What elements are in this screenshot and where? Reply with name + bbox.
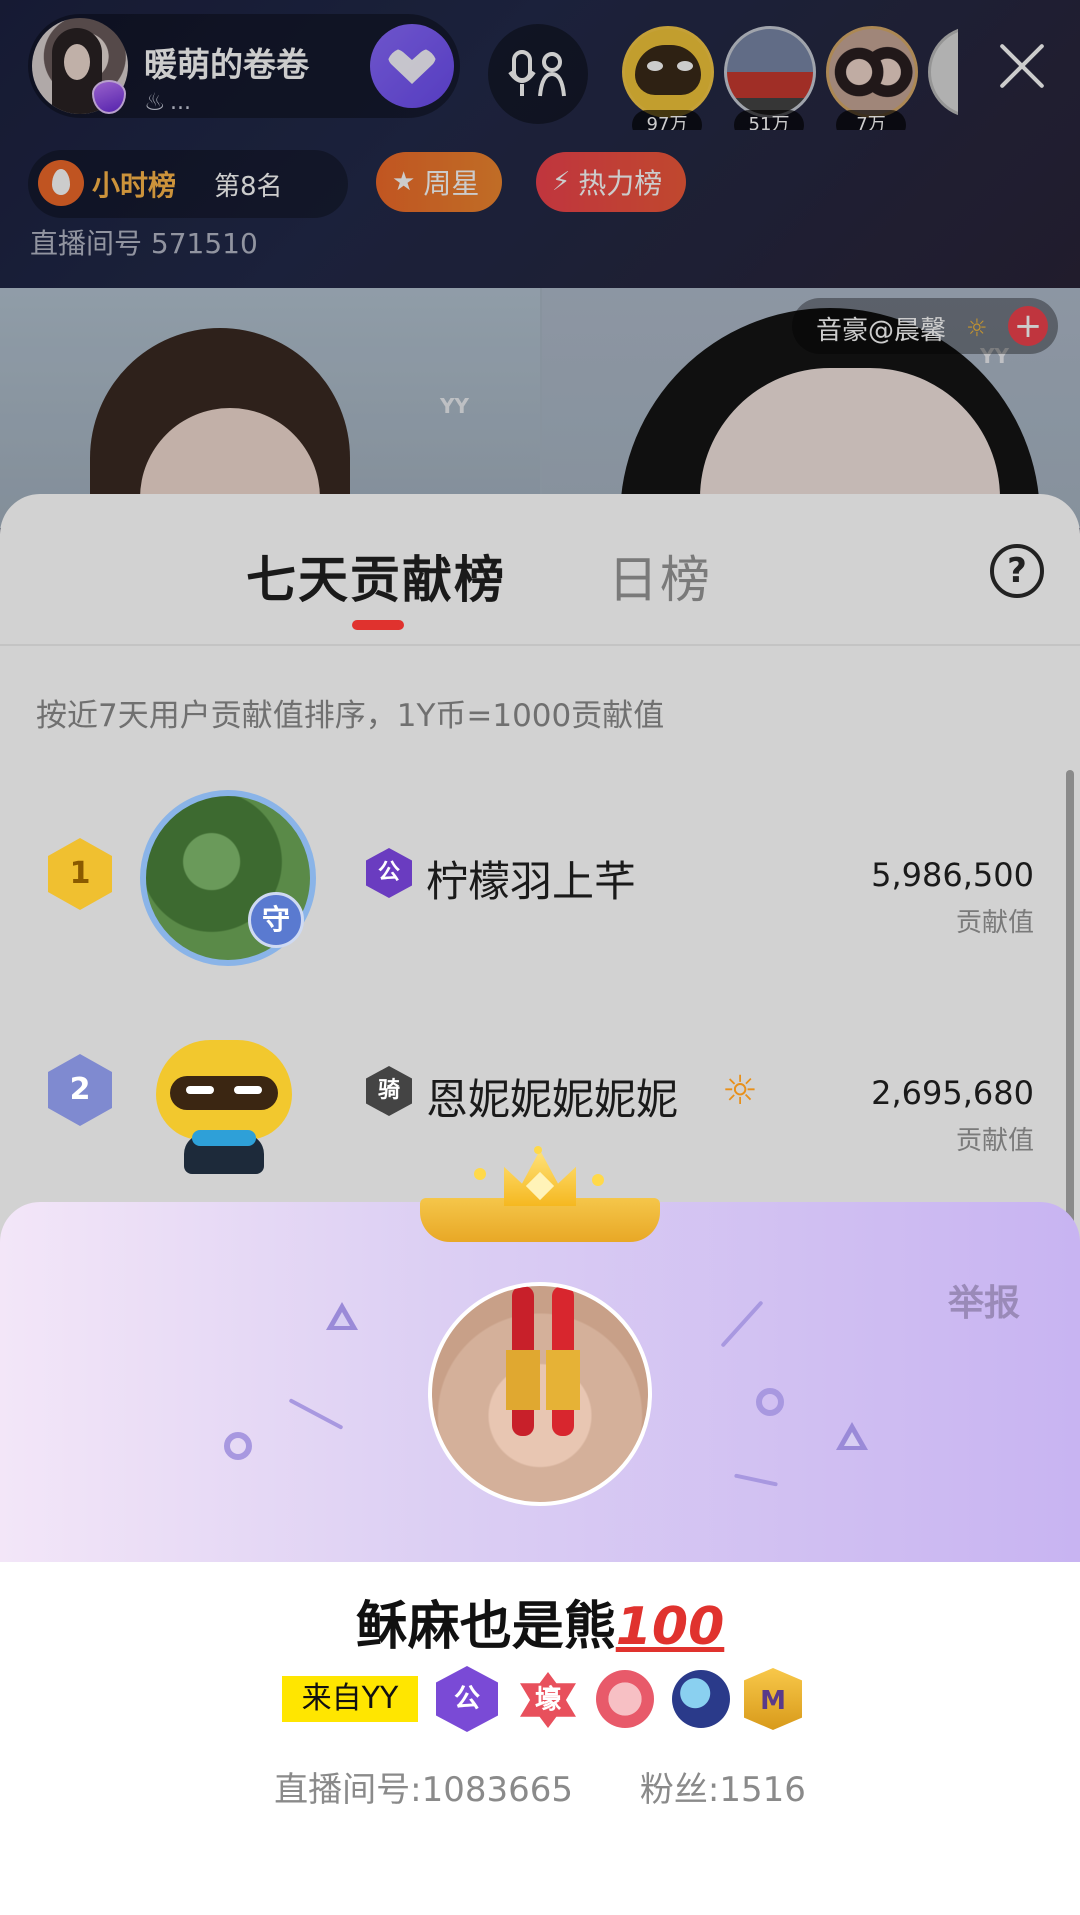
active-tab-indicator bbox=[352, 620, 404, 630]
sun-icon: ☼ bbox=[722, 1068, 758, 1114]
rank-rule-text: 按近7天用户贡献值排序，1Y币=1000贡献值 bbox=[36, 698, 665, 734]
sparkle bbox=[534, 1146, 542, 1154]
profile-fans-count: 粉丝:1516 bbox=[639, 1770, 806, 1810]
raccoon-mask bbox=[170, 1076, 278, 1110]
scrollbar[interactable] bbox=[1066, 770, 1074, 1230]
from-yy-tag: 来自YY bbox=[282, 1676, 418, 1722]
guard-badge-icon: 守 bbox=[248, 892, 304, 948]
raccoon-eye bbox=[186, 1086, 214, 1094]
contribution-unit: 贡献值 bbox=[955, 908, 1034, 938]
decor-line bbox=[288, 1398, 344, 1430]
raccoon-scarf bbox=[192, 1130, 256, 1146]
contributor-avatar[interactable] bbox=[156, 1030, 292, 1174]
profile-name-text: 稣麻也是熊 bbox=[355, 1597, 616, 1657]
rich-badge-icon[interactable]: 壕 bbox=[520, 1672, 576, 1728]
profile-avatar[interactable] bbox=[428, 1282, 652, 1506]
raccoon-eye bbox=[234, 1086, 262, 1094]
decor-triangle bbox=[326, 1302, 358, 1330]
tab-seven-day-rank[interactable]: 七天贡献榜 bbox=[246, 540, 506, 612]
contribution-value: 5,986,500 bbox=[871, 856, 1034, 894]
help-icon[interactable]: ? bbox=[990, 544, 1044, 598]
profile-badges: 来自YY 公 壕 M bbox=[282, 1666, 802, 1732]
gold-charm bbox=[546, 1350, 580, 1410]
report-link[interactable]: 举报 bbox=[948, 1274, 1020, 1326]
contribution-value: 2,695,680 bbox=[871, 1074, 1034, 1112]
gold-charm bbox=[506, 1350, 540, 1410]
decor-line bbox=[734, 1473, 778, 1487]
decor-ring bbox=[224, 1432, 252, 1460]
hundred-emoji-icon: 100 bbox=[615, 1597, 725, 1657]
contributor-name[interactable]: 恩妮妮妮妮妮 bbox=[426, 1066, 678, 1127]
profile-stats: 直播间号:1083665 粉丝:1516 bbox=[0, 1762, 1080, 1811]
divider bbox=[0, 644, 1080, 646]
decor-line bbox=[720, 1300, 764, 1348]
guild-badge-icon[interactable]: 公 bbox=[436, 1666, 498, 1732]
sparkle bbox=[474, 1168, 486, 1180]
game-character-badge-icon[interactable] bbox=[672, 1670, 730, 1728]
profile-room-id: 直播间号:1083665 bbox=[274, 1770, 574, 1810]
paw-badge-icon[interactable] bbox=[596, 1670, 654, 1728]
contribution-unit: 贡献值 bbox=[955, 1126, 1034, 1156]
sparkle bbox=[592, 1174, 604, 1186]
profile-name: 稣麻也是熊100 bbox=[0, 1584, 1080, 1659]
decor-triangle bbox=[836, 1422, 868, 1450]
decor-ring bbox=[756, 1388, 784, 1416]
contributor-name[interactable]: 柠檬羽上芊 bbox=[426, 848, 636, 909]
tab-daily-rank[interactable]: 日榜 bbox=[608, 540, 712, 612]
level-m-badge-icon[interactable]: M bbox=[744, 1668, 802, 1730]
